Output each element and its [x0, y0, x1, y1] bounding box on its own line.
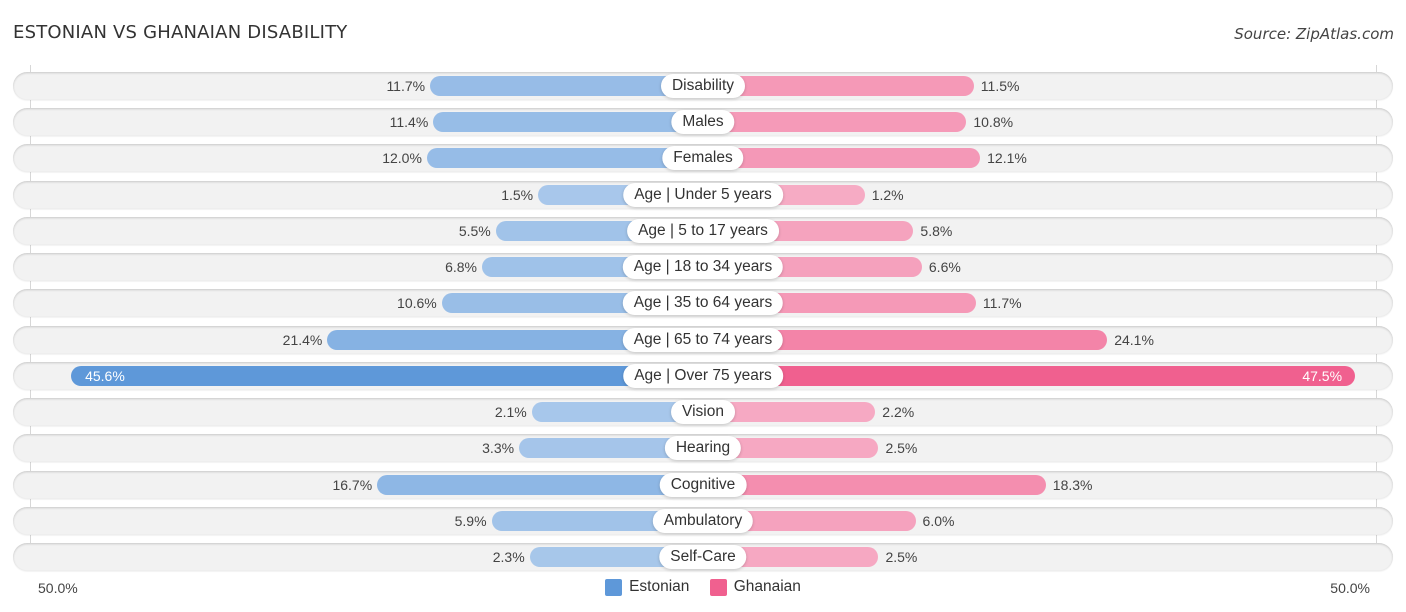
chart-title: ESTONIAN VS GHANAIAN DISABILITY [13, 22, 348, 43]
value-label-ghanaian: 10.8% [973, 114, 1014, 131]
category-label: Age | Over 75 years [623, 363, 783, 388]
value-label-ghanaian: 24.1% [1114, 331, 1154, 348]
legend-item-ghanaian[interactable]: Ghanaian [709, 578, 801, 596]
category-label: Age | 5 to 17 years [627, 218, 779, 243]
value-label-estonian: 16.7% [332, 476, 373, 493]
bar-ghanaian-males[interactable] [703, 112, 967, 133]
category-label: Age | 65 to 74 years [622, 327, 784, 352]
value-label-ghanaian: 2.5% [885, 440, 918, 457]
bar-ghanaian-age-over-75-years[interactable] [703, 365, 1356, 386]
legend-label-estonian: Estonian [629, 578, 690, 595]
value-label-estonian: 5.9% [454, 512, 487, 529]
value-label-estonian: 10.6% [397, 295, 437, 312]
category-label: Cognitive [659, 472, 747, 497]
category-label: Ambulatory [652, 508, 754, 533]
legend-item-estonian[interactable]: Estonian [605, 578, 689, 596]
value-label-ghanaian: 47.5% [1302, 367, 1343, 384]
value-label-estonian: 1.5% [501, 186, 534, 203]
category-label: Age | Under 5 years [623, 182, 783, 207]
bar-ghanaian-females[interactable] [703, 148, 981, 169]
category-label: Males [671, 110, 735, 135]
category-label: Self-Care [659, 544, 747, 569]
value-label-ghanaian: 11.7% [982, 295, 1022, 312]
value-label-estonian: 3.3% [482, 440, 515, 457]
value-label-ghanaian: 6.6% [928, 259, 961, 276]
bar-estonian-cognitive[interactable] [377, 474, 703, 495]
value-label-ghanaian: 12.1% [987, 150, 1027, 167]
source-label: Source: ZipAtlas.com [1234, 25, 1394, 43]
value-label-ghanaian: 2.2% [882, 404, 915, 421]
category-label: Age | 35 to 64 years [622, 291, 784, 316]
value-label-estonian: 2.3% [492, 548, 525, 565]
value-label-estonian: 11.7% [386, 78, 426, 94]
bar-ghanaian-cognitive[interactable] [703, 474, 1046, 495]
value-label-ghanaian: 1.2% [871, 186, 904, 203]
category-label: Age | 18 to 34 years [622, 255, 784, 280]
value-label-estonian: 45.6% [85, 367, 125, 384]
legend-label-ghanaian: Ghanaian [733, 578, 801, 595]
legend-swatch-estonian [605, 578, 623, 596]
value-label-ghanaian: 2.5% [885, 548, 918, 565]
category-label: Females [662, 146, 744, 171]
value-label-estonian: 21.4% [282, 331, 323, 348]
value-label-ghanaian: 5.8% [920, 222, 953, 239]
legend-swatch-ghanaian [709, 578, 727, 596]
value-label-ghanaian: 18.3% [1052, 476, 1093, 493]
category-label: Vision [671, 400, 735, 425]
value-label-estonian: 11.4% [389, 114, 429, 131]
value-label-estonian: 6.8% [445, 259, 477, 276]
value-label-ghanaian: 11.5% [980, 78, 1020, 94]
value-label-estonian: 2.1% [494, 404, 527, 421]
category-label: Disability [660, 74, 746, 98]
value-label-ghanaian: 6.0% [922, 512, 955, 529]
legend: Estonian Ghanaian [0, 578, 1406, 601]
value-label-estonian: 5.5% [458, 222, 491, 239]
value-label-estonian: 12.0% [382, 150, 422, 167]
bar-estonian-males[interactable] [433, 112, 703, 133]
category-label: Hearing [664, 436, 742, 461]
bar-estonian-age-over-75-years[interactable] [71, 365, 703, 386]
